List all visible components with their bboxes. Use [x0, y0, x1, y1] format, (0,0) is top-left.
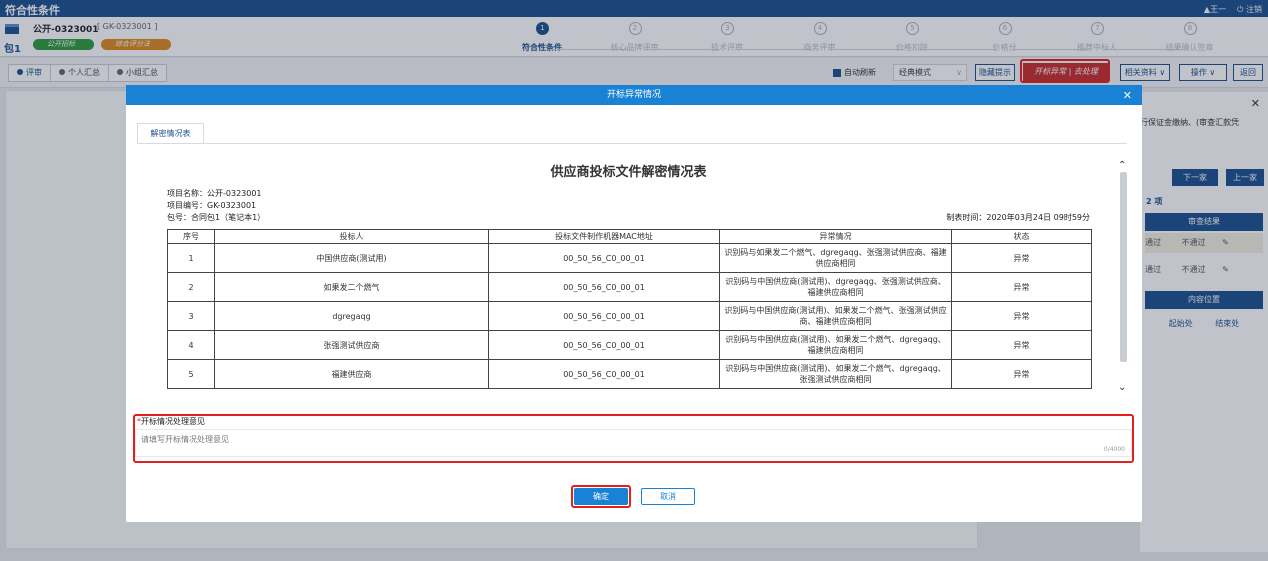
table-cell: 00_50_56_C0_00_01 [488, 330, 720, 360]
table-row: 2 如果发二个燃气 00_50_56_C0_00_01 识别码与中国供应商(测试用)、… [167, 272, 1092, 302]
table-cell: 2 [167, 272, 215, 302]
table-row: 5 福建供应商 00_50_56_C0_00_01 识别码与中国供应商(测试用)、如果… [167, 359, 1092, 389]
table-cell: 4 [167, 330, 215, 360]
tab-decryption-table[interactable]: 解密情况表 [137, 123, 204, 144]
table-cell: 00_50_56_C0_00_01 [488, 301, 720, 331]
project-name-line: 项目名称：公开-0323001 [167, 189, 262, 198]
table-cell: 如果发二个燃气 [214, 272, 489, 302]
project-code-line: 项目编号：GK-0323001 [167, 201, 257, 210]
table-cell: 识别码与中国供应商(测试用)、dgregaqg、张强测试供应商、福建供应商相同 [719, 272, 952, 302]
decryption-report: 供应商投标文件解密情况表 项目名称：公开-0323001 项目编号：GK-032… [137, 151, 1120, 398]
column-header: 投标文件制作机器MAC地址 [488, 229, 720, 244]
table-cell: 识别码与如果发二个燃气、dgregaqg、张强测试供应商、福建供应商相同 [719, 243, 952, 273]
column-header: 投标人 [214, 229, 489, 244]
highlight-box [571, 485, 631, 508]
chevron-down-icon[interactable]: ⌄ [1118, 382, 1126, 393]
dialog-header: 开标异常情况 ✕ [126, 85, 1142, 105]
table-cell: 张强测试供应商 [214, 330, 489, 360]
decryption-table: 序号 投标人 投标文件制作机器MAC地址 异常情况 状态 1 中国供应商(测试用)… [167, 229, 1092, 389]
table-cell: 异常 [951, 330, 1092, 360]
column-header: 序号 [167, 229, 215, 244]
table-cell: 异常 [951, 359, 1092, 389]
table-cell: 00_50_56_C0_00_01 [488, 359, 720, 389]
table-cell: 中国供应商(测试用) [214, 243, 489, 273]
table-cell: 异常 [951, 272, 1092, 302]
tab-divider [137, 143, 1127, 144]
highlight-box [133, 414, 1134, 463]
table-cell: 识别码与中国供应商(测试用)、如果发二个燃气、dgregaqg、福建供应商相同 [719, 330, 952, 360]
table-cell: 3 [167, 301, 215, 331]
table-cell: 识别码与中国供应商(测试用)、如果发二个燃气、dgregaqg、张强测试供应商相… [719, 359, 952, 389]
table-row: 3 dgregaqg 00_50_56_C0_00_01 识别码与中国供应商(测试用)… [167, 301, 1092, 331]
table-cell: 1 [167, 243, 215, 273]
report-title: 供应商投标文件解密情况表 [550, 165, 707, 180]
table-row: 1 中国供应商(测试用) 00_50_56_C0_00_01 识别码与如果发二个燃气、… [167, 243, 1092, 273]
table-header-row: 序号 投标人 投标文件制作机器MAC地址 异常情况 状态 [167, 229, 1092, 244]
table-cell: 异常 [951, 301, 1092, 331]
dialog-title: 开标异常情况 [606, 90, 661, 100]
cancel-button[interactable]: 取消 [641, 488, 695, 505]
column-header: 状态 [951, 229, 1092, 244]
table-cell: 异常 [951, 243, 1092, 273]
table-cell: 00_50_56_C0_00_01 [488, 272, 720, 302]
table-cell: 5 [167, 359, 215, 389]
table-row: 4 张强测试供应商 00_50_56_C0_00_01 识别码与中国供应商(测试用)、… [167, 330, 1092, 360]
table-cell: dgregaqg [214, 301, 489, 331]
table-cell: 00_50_56_C0_00_01 [488, 243, 720, 273]
scroll-thumb[interactable] [1120, 172, 1127, 362]
column-header: 异常情况 [719, 229, 952, 244]
vertical-scrollbar[interactable]: ⌃ ⌄ [1117, 160, 1129, 398]
close-icon[interactable]: ✕ [1123, 90, 1132, 102]
table-cell: 福建供应商 [214, 359, 489, 389]
table-cell: 识别码与中国供应商(测试用)、如果发二个燃气、张强测试供应商、福建供应商相同 [719, 301, 952, 331]
package-line: 包号：合同包1（笔记本1） [167, 213, 266, 222]
made-time: 制表时间：2020年03月24日 09时59分 [946, 213, 1090, 222]
chevron-up-icon[interactable]: ⌃ [1118, 160, 1126, 171]
